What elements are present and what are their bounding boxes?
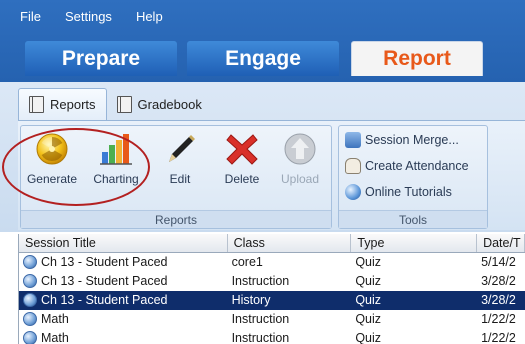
table-header: Session Title Class Type Date/T: [19, 234, 525, 253]
charting-label: Charting: [93, 172, 139, 186]
reports-group: Generate Charting Edit Delete Upload Rep…: [20, 125, 332, 229]
cell-type: Quiz: [355, 331, 382, 344]
top-band: File Settings Help Prepare Engage Report: [0, 0, 525, 82]
cell-date: 1/22/2: [481, 331, 516, 344]
cell-session-title: Ch 13 - Student Paced: [19, 272, 228, 291]
tab-prepare[interactable]: Prepare: [25, 41, 177, 76]
bar-chart-icon: [99, 132, 133, 166]
subtab-gradebook-label: Gradebook: [137, 96, 202, 112]
cell-class: Instruction: [231, 331, 290, 344]
upload-label: Upload: [280, 172, 320, 186]
generate-label: Generate: [26, 172, 78, 186]
merge-icon: [345, 132, 361, 148]
reports-group-label: Reports: [21, 210, 331, 228]
subtab-reports[interactable]: Reports: [18, 88, 107, 120]
cell-type: Quiz: [355, 293, 382, 307]
subtab-gradebook[interactable]: Gradebook: [107, 88, 212, 120]
menu-help[interactable]: Help: [136, 9, 163, 24]
session-title-text: Math: [41, 312, 69, 326]
upload-icon: [283, 132, 317, 166]
menu-file[interactable]: File: [20, 9, 41, 24]
session-icon: [23, 255, 37, 269]
generate-icon: [35, 132, 69, 166]
cell-class: Instruction: [231, 274, 290, 288]
session-merge-button[interactable]: Session Merge...: [345, 132, 459, 148]
main-tabs: Prepare Engage Report: [25, 41, 493, 76]
menu-settings[interactable]: Settings: [65, 9, 112, 24]
cell-date: 1/22/2: [481, 312, 516, 326]
cell-type: Quiz: [355, 255, 382, 269]
book-icon: [116, 95, 132, 113]
subtab-reports-label: Reports: [50, 97, 96, 112]
cell-type: Quiz: [355, 312, 382, 326]
col-type[interactable]: Type: [351, 234, 478, 252]
create-attendance-button[interactable]: Create Attendance: [345, 158, 469, 174]
session-icon: [23, 293, 37, 307]
cell-date: 3/28/2: [481, 293, 516, 307]
red-x-icon: [225, 132, 259, 166]
hand-icon: [345, 158, 361, 174]
pencil-icon: [163, 132, 197, 166]
tools-group: Session Merge... Create Attendance Onlin…: [338, 125, 488, 229]
cell-session-title: Math: [19, 310, 228, 329]
session-icon: [23, 274, 37, 288]
table-row[interactable]: Ch 13 - Student Paced History Quiz 3/28/2: [19, 291, 525, 310]
tab-engage[interactable]: Engage: [187, 41, 339, 76]
ribbon-area: Reports Gradebook Generate Charting Edit…: [0, 82, 525, 232]
cell-class: core1: [231, 255, 263, 269]
delete-label: Delete: [224, 172, 260, 186]
tab-report[interactable]: Report: [351, 41, 483, 76]
cell-date: 3/28/2: [481, 274, 516, 288]
cell-type: Quiz: [355, 274, 382, 288]
table-row[interactable]: Math Instruction Quiz 1/22/2: [19, 329, 525, 344]
sessions-table: Session Title Class Type Date/T Ch 13 - …: [18, 234, 525, 344]
delete-button[interactable]: Delete: [211, 132, 273, 192]
upload-button[interactable]: Upload: [269, 132, 331, 192]
create-attendance-label: Create Attendance: [365, 159, 469, 173]
cell-class: Instruction: [231, 312, 290, 326]
session-title-text: Ch 13 - Student Paced: [41, 255, 168, 269]
cell-session-title: Math: [19, 329, 228, 344]
online-tutorials-button[interactable]: Online Tutorials: [345, 184, 452, 200]
edit-button[interactable]: Edit: [149, 132, 211, 192]
session-title-text: Math: [41, 331, 69, 344]
cell-class: History: [231, 293, 271, 307]
cell-date: 5/14/2: [481, 255, 516, 269]
cell-session-title: Ch 13 - Student Paced: [19, 253, 228, 272]
menu-bar: File Settings Help: [20, 9, 187, 24]
table-row[interactable]: Ch 13 - Student Paced core1 Quiz 5/14/2: [19, 253, 525, 272]
online-tutorials-label: Online Tutorials: [365, 185, 452, 199]
ribbon-body: Generate Charting Edit Delete Upload Rep…: [18, 120, 525, 230]
session-title-text: Ch 13 - Student Paced: [41, 274, 168, 288]
session-merge-label: Session Merge...: [365, 133, 459, 147]
session-icon: [23, 312, 37, 326]
table-body: Ch 13 - Student Paced core1 Quiz 5/14/2 Ch 1…: [19, 253, 525, 344]
generate-button[interactable]: Generate: [21, 132, 83, 192]
edit-label: Edit: [169, 172, 191, 186]
table-row[interactable]: Ch 13 - Student Paced Instruction Quiz 3/28…: [19, 272, 525, 291]
col-date[interactable]: Date/T: [477, 234, 525, 252]
tools-group-label: Tools: [339, 210, 487, 228]
col-class[interactable]: Class: [228, 234, 352, 252]
table-row[interactable]: Math Instruction Quiz 1/22/2: [19, 310, 525, 329]
session-title-text: Ch 13 - Student Paced: [41, 293, 168, 307]
book-icon: [29, 96, 44, 113]
cell-session-title: Ch 13 - Student Paced: [19, 291, 228, 310]
session-icon: [23, 331, 37, 344]
charting-button[interactable]: Charting: [85, 132, 147, 192]
col-session-title[interactable]: Session Title: [19, 234, 228, 252]
sub-tabs: Reports Gradebook: [18, 88, 212, 120]
globe-icon: [345, 184, 361, 200]
